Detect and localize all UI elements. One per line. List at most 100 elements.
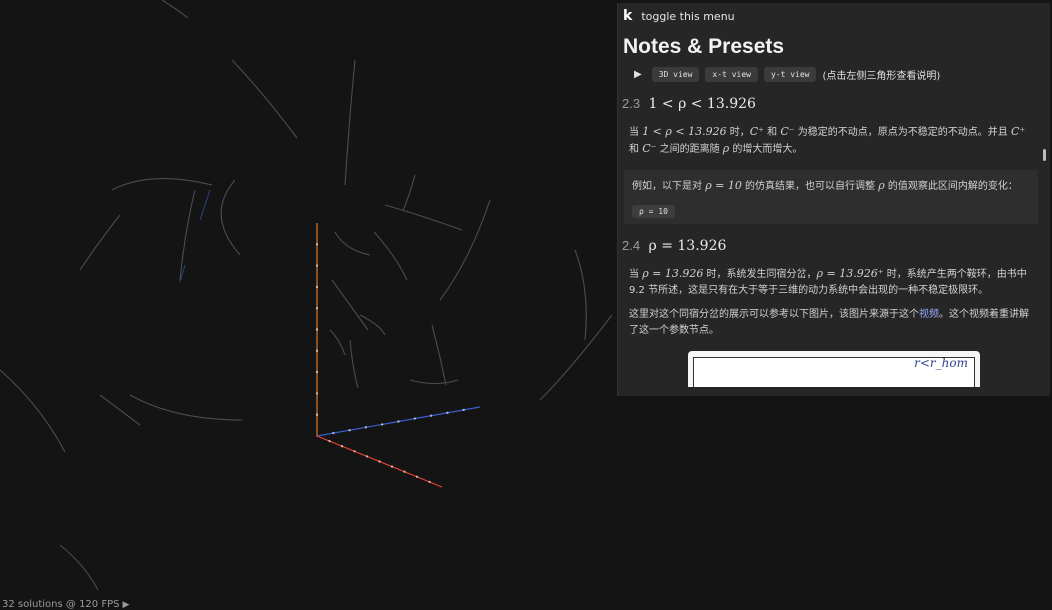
- triangle-right-icon[interactable]: ▶: [634, 69, 642, 80]
- fps-readout: 32 solutions @ 120 FPS: [2, 599, 120, 610]
- image-handwriting: r<r_hom: [914, 356, 968, 370]
- trajectory: [431, 324, 447, 386]
- section-heading: 2.4 ρ = 13.926: [622, 238, 1046, 254]
- trajectory: [409, 379, 459, 385]
- trajectory: [79, 214, 121, 271]
- math: ρ = 13.926: [642, 267, 704, 280]
- section-paragraph: 当 ρ = 13.926 时，系统发生同宿分岔，ρ = 13.926⁺ 时，系统…: [629, 266, 1038, 299]
- axis-tick: [315, 413, 319, 416]
- axis-tick: [348, 429, 351, 432]
- axis-tick: [397, 420, 400, 423]
- status-bar: 32 solutions @ 120 FPS ▶: [2, 599, 129, 610]
- axis-tick: [365, 455, 369, 458]
- axis-tick: [332, 431, 335, 435]
- text: 为稳定的不动点，原点为不稳定的不动点。并且: [794, 127, 1011, 138]
- scrollbar-thumb[interactable]: [1043, 149, 1046, 161]
- example-box: 例如，以下是对 ρ = 10 的仿真结果，也可以自行调整 ρ 的值观察此区间内解…: [624, 170, 1038, 224]
- axis-tick: [315, 285, 319, 289]
- axis-tick: [328, 439, 331, 443]
- trajectory: [0, 369, 66, 453]
- axis-tick: [364, 426, 368, 429]
- preset-yt-view-button[interactable]: y-t view: [763, 67, 817, 82]
- axis-tick: [315, 392, 319, 395]
- section-heading: 2.3 1 < ρ < 13.926: [622, 96, 1046, 112]
- text: 和: [763, 127, 781, 138]
- trajectory: [334, 231, 371, 256]
- trajectory: [384, 204, 463, 231]
- preset-3d-view-button[interactable]: 3D view: [651, 67, 700, 82]
- math: ρ = 10: [705, 179, 742, 192]
- trajectory: [373, 231, 408, 281]
- toggle-label: toggle this menu: [641, 9, 735, 23]
- text: 的值观察此区间内解的变化：: [884, 181, 1018, 192]
- trajectory: [129, 394, 243, 421]
- section-paragraph: 这里对这个同宿分岔的展示可以参考以下图片，该图片来源于这个视频。这个视频着重讲解…: [629, 307, 1038, 339]
- trajectory: [439, 199, 491, 301]
- axis-tick: [446, 411, 449, 414]
- axis-tick: [315, 307, 319, 310]
- axis-tick: [378, 460, 381, 463]
- section-number: 2.4: [622, 238, 641, 253]
- axis-tick: [413, 417, 416, 420]
- axis-tick: [403, 470, 406, 473]
- text: 这里对这个同宿分岔的展示可以参考以下图片，该图片来源于这个: [629, 309, 919, 320]
- text: 的增大而增大。: [729, 144, 803, 155]
- video-link[interactable]: 视频: [919, 309, 939, 320]
- math: C⁻: [642, 142, 657, 155]
- text: 和: [629, 144, 643, 155]
- trajectory: [231, 59, 298, 139]
- preset-row: ▶ 3D view x-t view y-t view (点击左侧三角形查看说明…: [622, 67, 1046, 82]
- math: ρ = 13.926⁺: [816, 267, 884, 280]
- axis-tick: [429, 414, 433, 417]
- trajectory: [99, 394, 141, 426]
- rho-preset-button[interactable]: ρ = 10: [632, 205, 675, 218]
- trajectory: [574, 249, 587, 341]
- axis-tick: [381, 423, 384, 426]
- section-math: 1 < ρ < 13.926: [648, 96, 756, 112]
- trajectory: [349, 339, 359, 389]
- axis-tick: [428, 480, 431, 484]
- text: 当: [629, 269, 643, 280]
- bifurcation-image: r<r_hom: [688, 351, 980, 387]
- text: 之间的距离随: [656, 144, 723, 155]
- preset-xt-view-button[interactable]: x-t view: [705, 67, 758, 82]
- trajectory-blue: [199, 189, 211, 221]
- axis-tick: [340, 445, 344, 448]
- toggle-key: k: [623, 8, 633, 24]
- section-math: ρ = 13.926: [648, 238, 727, 254]
- menu-toggle[interactable]: k toggle this menu: [618, 3, 1050, 29]
- text: 的仿真结果，也可以自行调整: [741, 181, 879, 192]
- preset-hint: (点击左侧三角形查看说明): [822, 71, 941, 82]
- math: C⁻: [780, 125, 795, 138]
- example-text: 例如，以下是对 ρ = 10 的仿真结果，也可以自行调整 ρ 的值观察此区间内解…: [632, 178, 1030, 195]
- trajectory: [539, 314, 613, 401]
- text: 时，系统发生同宿分岔，: [703, 269, 817, 280]
- play-icon[interactable]: ▶: [122, 600, 129, 610]
- axis-tick: [462, 408, 465, 412]
- axis-tick: [390, 465, 394, 468]
- panel-title: Notes & Presets: [623, 35, 785, 58]
- axis-tick: [353, 450, 356, 453]
- trajectory: [111, 178, 213, 191]
- trajectory: [402, 174, 416, 211]
- axis-tick: [315, 349, 319, 352]
- math: C⁺: [749, 125, 764, 138]
- axis-tick: [315, 243, 319, 246]
- axis-tick: [315, 328, 319, 331]
- trajectory: [220, 179, 241, 256]
- math: 1 < ρ < 13.926: [642, 125, 727, 138]
- trajectory: [329, 329, 346, 356]
- text: 时，: [726, 127, 750, 138]
- axis-tick: [315, 370, 319, 374]
- section-number: 2.3: [622, 96, 641, 111]
- trajectory: [331, 279, 369, 331]
- axis-tick: [315, 264, 319, 267]
- trajectory: [161, 0, 189, 19]
- notes-scroll-area[interactable]: Notes & Presets ▶ 3D view x-t view y-t v…: [618, 29, 1050, 396]
- trajectory: [344, 59, 356, 186]
- math: C⁺: [1010, 125, 1026, 138]
- trajectory: [179, 189, 196, 281]
- text: 当: [629, 127, 643, 138]
- text: 例如，以下是对: [632, 181, 706, 192]
- section-paragraph: 当 1 < ρ < 13.926 时，C⁺ 和 C⁻ 为稳定的不动点，原点为不稳…: [629, 124, 1038, 158]
